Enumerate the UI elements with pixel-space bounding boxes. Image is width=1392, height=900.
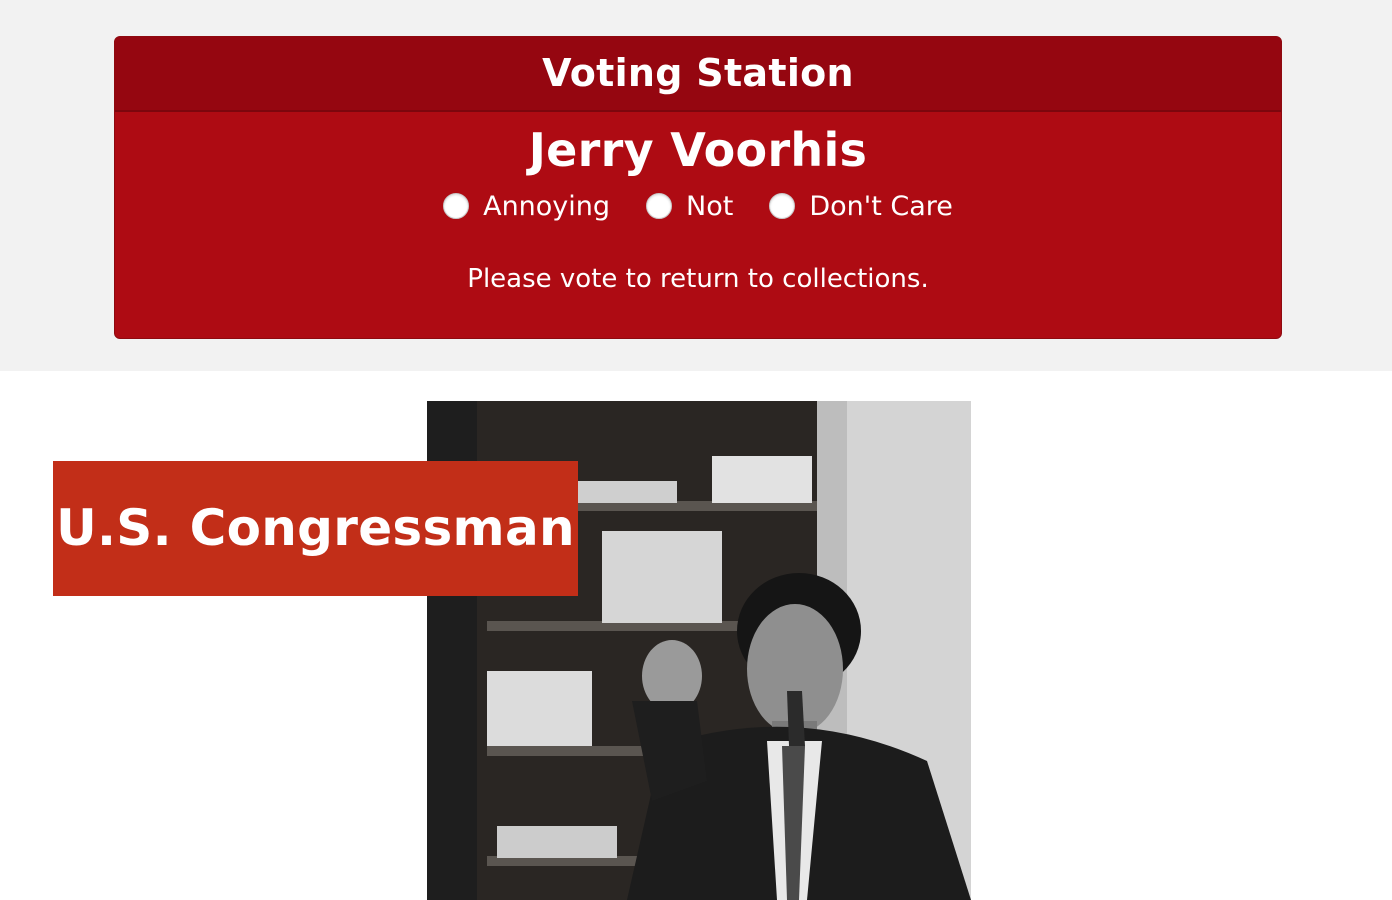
vote-option-dont-care[interactable]: Don't Care bbox=[769, 191, 953, 222]
radio-not[interactable] bbox=[646, 193, 673, 219]
vote-instruction: Please vote to return to collections. bbox=[467, 264, 929, 294]
candidate-name: Jerry Voorhis bbox=[528, 123, 868, 177]
voting-station-header: Voting Station bbox=[115, 37, 1281, 112]
vote-option-label: Don't Care bbox=[809, 190, 953, 222]
radio-dont-care[interactable] bbox=[769, 193, 796, 219]
voting-station-panel: Voting Station Jerry Voorhis Annoying No… bbox=[114, 36, 1282, 339]
voting-band: Voting Station Jerry Voorhis Annoying No… bbox=[0, 0, 1392, 371]
radio-annoying[interactable] bbox=[443, 193, 470, 219]
role-title-badge: U.S. Congressman bbox=[53, 461, 578, 596]
vote-option-not[interactable]: Not bbox=[646, 191, 733, 222]
vote-options: Annoying Not Don't Care bbox=[115, 186, 1281, 226]
vote-option-annoying[interactable]: Annoying bbox=[443, 191, 610, 222]
vote-option-label: Not bbox=[686, 190, 734, 222]
vote-option-label: Annoying bbox=[483, 190, 611, 222]
